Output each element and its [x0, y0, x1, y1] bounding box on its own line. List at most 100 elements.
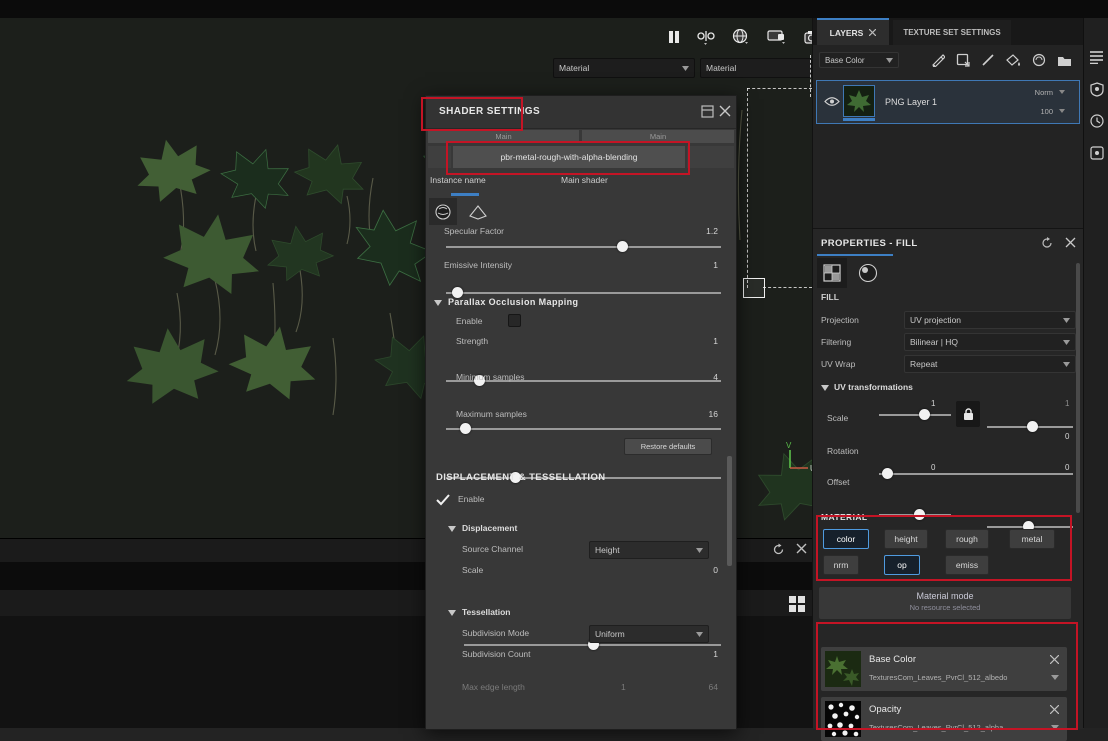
tab-fill-material[interactable]: [853, 258, 883, 288]
texture-card-opacity[interactable]: Opacity TexturesCom_Leaves_PvrCl_512_alp…: [821, 697, 1067, 741]
environment-icon[interactable]: [732, 29, 750, 45]
channel-button-op[interactable]: op: [884, 555, 920, 575]
shader-dialog-titlebar[interactable]: SHADER SETTINGS: [426, 96, 736, 129]
projection-label: Projection: [821, 315, 859, 325]
tab-texture-set-settings[interactable]: TEXTURE SET SETTINGS: [893, 20, 1011, 45]
pom-section-title[interactable]: Parallax Occlusion Mapping: [448, 297, 578, 307]
folder-icon[interactable]: [1057, 54, 1072, 67]
uv-transformations-label[interactable]: UV transformations: [834, 382, 913, 392]
specular-factor-slider[interactable]: [446, 241, 721, 253]
channel-filter-value: Base Color: [825, 56, 865, 65]
solo-channel-view-icon[interactable]: [697, 30, 715, 45]
uv-wrap-value: Repeat: [910, 359, 937, 369]
rotation-slider[interactable]: [879, 468, 1073, 480]
source-channel-dropdown[interactable]: Height: [589, 541, 709, 559]
chevron-down-icon: [696, 632, 703, 637]
close-icon[interactable]: [869, 29, 876, 36]
dialog-scrollbar[interactable]: [727, 456, 732, 566]
pom-min-samples-slider[interactable]: [446, 423, 721, 435]
close-icon[interactable]: [796, 543, 807, 554]
channel-button-color[interactable]: color: [823, 529, 869, 549]
eye-visibility-icon[interactable]: [824, 96, 840, 107]
display-mode-dropdown-left[interactable]: Material: [553, 58, 695, 78]
material-mode-button[interactable]: Material mode No resource selected: [819, 587, 1071, 619]
material-section-label: MATERIAL: [821, 512, 867, 522]
app-window: { "colors": { "accent_blue": "#3d7fc4", …: [0, 0, 1108, 728]
panel-list-icon[interactable]: [1089, 50, 1104, 64]
channel-label: op: [897, 560, 906, 570]
display-mode-icon[interactable]: [767, 29, 787, 45]
refresh-icon[interactable]: [772, 543, 785, 556]
shader-settings-dialog: SHADER SETTINGS Main Main pbr-metal-roug…: [425, 95, 737, 730]
scale-lock-button[interactable]: [956, 401, 980, 427]
tessellation-group-label[interactable]: Tessellation: [462, 607, 511, 617]
chevron-down-icon[interactable]: [1051, 675, 1059, 680]
scale-slider-1[interactable]: [879, 409, 951, 421]
chevron-expanded-icon[interactable]: [448, 610, 456, 616]
display-mode-dropdown-right[interactable]: Material: [700, 58, 812, 78]
lock-icon: [963, 408, 974, 421]
offset-slider-1[interactable]: [879, 509, 951, 521]
tab-layers[interactable]: LAYERS: [817, 18, 889, 45]
channel-button-emiss[interactable]: emiss: [945, 555, 989, 575]
shader-params-scrollarea[interactable]: Specular Factor 1.2 Emissive Intensity 1…: [426, 226, 736, 729]
layer-name: PNG Layer 1: [885, 97, 937, 107]
layer-opacity[interactable]: 100: [1040, 107, 1053, 116]
add-layer-icon[interactable]: [956, 53, 970, 67]
close-icon[interactable]: [1050, 705, 1059, 714]
chevron-expanded-icon[interactable]: [448, 526, 456, 532]
instance-value[interactable]: Main shader: [561, 175, 608, 185]
channel-button-nrm[interactable]: nrm: [823, 555, 859, 575]
close-icon[interactable]: [719, 105, 731, 117]
edge-length-label: Max edge length: [462, 682, 525, 692]
channel-filter-dropdown[interactable]: Base Color: [819, 52, 899, 68]
displacement-group-label[interactable]: Displacement: [462, 523, 517, 533]
properties-box-icon[interactable]: [1090, 146, 1104, 160]
layer-row[interactable]: PNG Layer 1 Norm 100: [816, 80, 1080, 124]
smart-material-icon[interactable]: [1032, 53, 1046, 67]
param-label: Emissive Intensity: [444, 260, 512, 270]
chevron-down-icon: [1063, 340, 1070, 345]
paint-layer-icon[interactable]: [981, 53, 995, 67]
chevron-expanded-icon[interactable]: [434, 300, 442, 306]
axis-v-label: V: [786, 441, 792, 450]
projection-dropdown[interactable]: UV projection: [904, 311, 1076, 329]
tab-displacement-cone[interactable]: [466, 200, 490, 224]
pause-icon[interactable]: [668, 30, 680, 44]
shader-selector-dropdown[interactable]: pbr-metal-rough-with-alpha-blending: [453, 146, 685, 168]
tab-layers-label: LAYERS: [830, 28, 864, 38]
subdivision-mode-dropdown[interactable]: Uniform: [589, 625, 709, 643]
dock-icon[interactable]: [701, 105, 714, 118]
chevron-expanded-icon[interactable]: [821, 385, 829, 391]
source-channel-label: Source Channel: [462, 544, 523, 554]
channel-button-metal[interactable]: metal: [1009, 529, 1055, 549]
texture-card-base-color[interactable]: Base Color TexturesCom_Leaves_PvrCl_512_…: [821, 647, 1067, 691]
assets-badge-icon[interactable]: [1090, 82, 1104, 97]
checkmark-icon[interactable]: [436, 494, 450, 506]
uv-wrap-dropdown[interactable]: Repeat: [904, 355, 1076, 373]
close-icon[interactable]: [1050, 655, 1059, 664]
scale-value-2: 1: [1065, 399, 1069, 408]
shader-list-header-1[interactable]: Main: [428, 130, 579, 143]
properties-scrollbar[interactable]: [1076, 263, 1080, 513]
layer-blend-mode[interactable]: Norm: [1035, 88, 1053, 97]
history-clock-icon[interactable]: [1090, 114, 1104, 128]
channel-button-rough[interactable]: rough: [945, 529, 989, 549]
tab-fill-image[interactable]: [817, 258, 847, 288]
effect-pen-icon[interactable]: [931, 53, 945, 67]
filtering-dropdown[interactable]: Bilinear | HQ: [904, 333, 1076, 351]
shader-selector-value: pbr-metal-rough-with-alpha-blending: [500, 152, 637, 162]
fill-layer-bucket-icon[interactable]: [1006, 53, 1021, 67]
pom-enable-checkbox[interactable]: [508, 314, 521, 327]
offset-value-2: 0: [1065, 463, 1069, 472]
refresh-icon[interactable]: [1041, 237, 1053, 249]
uv-tile-handle[interactable]: [743, 278, 765, 298]
channel-button-height[interactable]: height: [884, 529, 928, 549]
tab-material-sphere[interactable]: [429, 198, 457, 225]
close-icon[interactable]: [1065, 237, 1076, 248]
grid-view-icon[interactable]: [788, 595, 805, 612]
restore-defaults-button[interactable]: Restore defaults: [624, 438, 712, 455]
shader-list-header-2[interactable]: Main: [582, 130, 734, 143]
scale-slider-2[interactable]: [987, 421, 1073, 433]
rotation-value: 0: [1065, 432, 1069, 441]
